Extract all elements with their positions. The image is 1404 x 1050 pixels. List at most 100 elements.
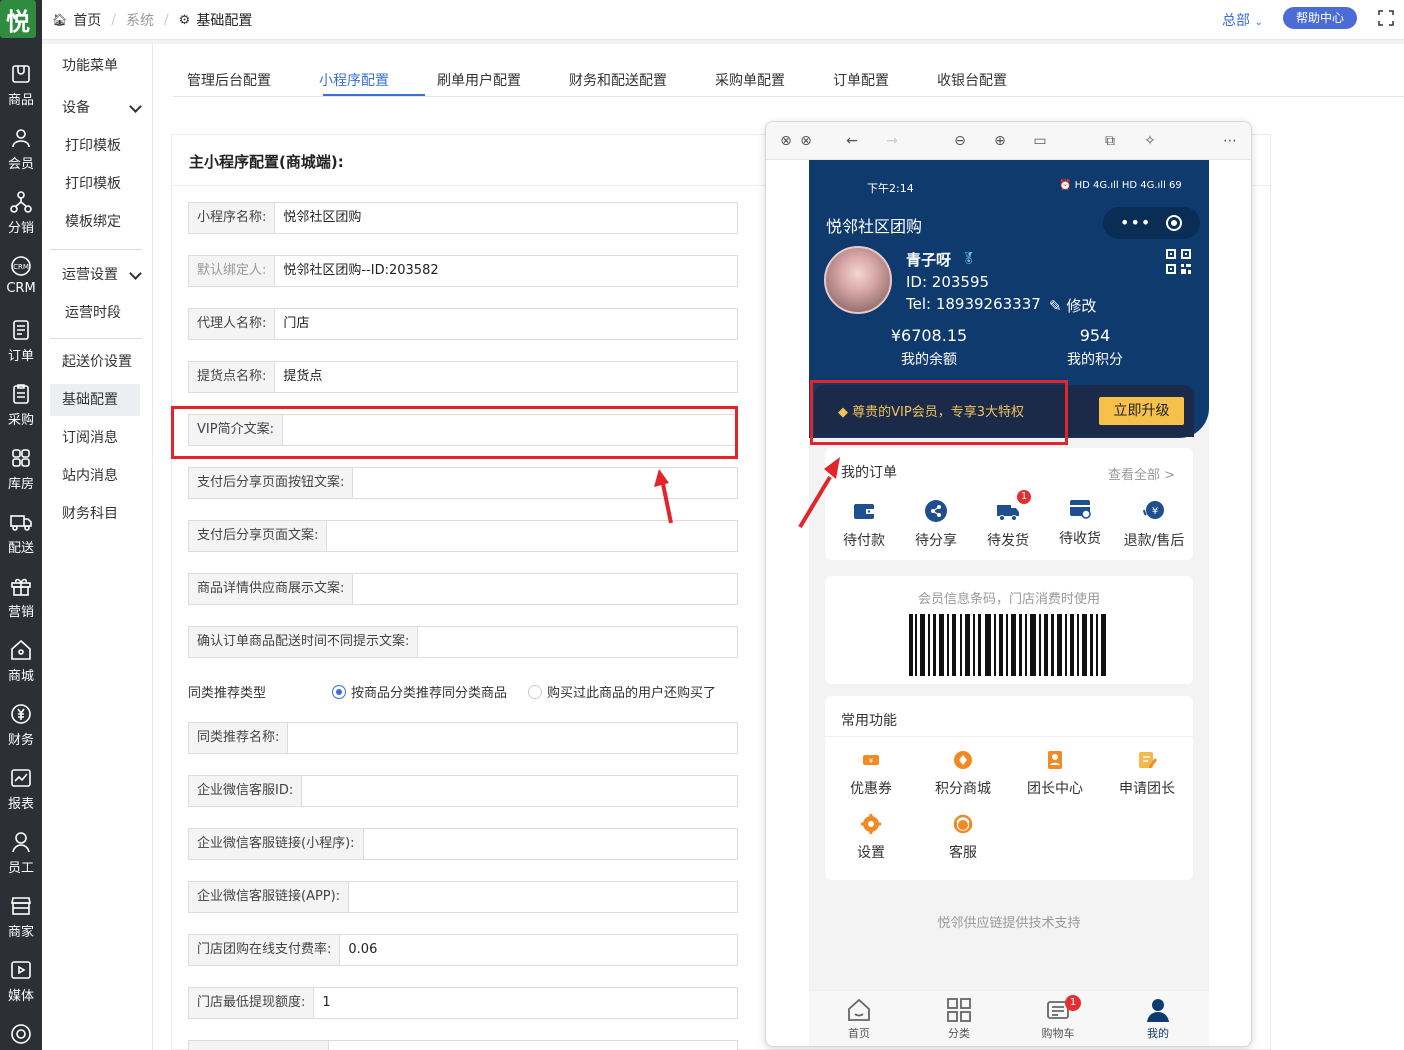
rail-label: 采购 (7, 413, 34, 428)
field-label: 门店最低提现额度: (189, 988, 315, 1018)
view-all-orders-link[interactable]: 查看全部 > (1108, 464, 1175, 483)
pickup-name-input[interactable]: 提货点 (275, 362, 737, 392)
rail-item-purchase[interactable]: 采购 (0, 378, 42, 440)
rail-item-media[interactable]: 媒体 (0, 954, 42, 1016)
rail-item-staff[interactable]: 员工 (0, 826, 42, 888)
subnav-operation-settings[interactable]: 运营设置 (50, 259, 142, 291)
field-label (189, 1041, 329, 1050)
wecom-id-input[interactable] (302, 776, 737, 806)
app-logo[interactable]: 悦 (0, 0, 36, 38)
qr-code-icon[interactable] (1166, 249, 1191, 274)
rail-item-merchant[interactable]: 商家 (0, 890, 42, 952)
tab-finance-delivery-config[interactable]: 财务和配送配置 (569, 70, 667, 90)
rail-item-order[interactable]: 订单 (0, 314, 42, 376)
subnav-basic-config[interactable]: 基础配置 (50, 384, 140, 416)
finance-icon (11, 704, 31, 724)
tabbar-category[interactable]: 分类 (929, 997, 989, 1041)
wecom-link-app-input[interactable] (349, 882, 737, 912)
recommend-name-input[interactable] (288, 723, 737, 753)
subnav-print-template-2[interactable]: 打印模板 (50, 168, 140, 200)
order-refund[interactable]: ¥ 退款/售后 (1115, 498, 1193, 550)
rail-item-product[interactable]: 商品 (0, 58, 42, 120)
breadcrumb-system[interactable]: 系统 (126, 10, 154, 30)
help-center-button[interactable]: 帮助中心 (1283, 7, 1357, 29)
points-stat[interactable]: 954 我的积分 (1035, 326, 1155, 369)
recommend-by-category-radio[interactable]: 按商品分类推荐同分类商品 (332, 682, 507, 701)
function-apply-leader[interactable]: 申请团长 (1107, 750, 1187, 798)
subnav-subscribe-message[interactable]: 订阅消息 (50, 422, 140, 454)
balance-stat[interactable]: ¥6708.15 我的余额 (869, 326, 989, 369)
close-circle-icon[interactable]: ⊗ (798, 133, 814, 149)
merchant-icon (11, 897, 31, 915)
barcode-image[interactable] (909, 614, 1109, 676)
tab-cashier-config[interactable]: 收银台配置 (937, 70, 1007, 90)
tab-admin-config[interactable]: 管理后台配置 (187, 70, 271, 90)
function-settings[interactable]: 设置 (831, 814, 911, 862)
back-arrow-icon[interactable]: ← (844, 133, 860, 149)
tab-purchase-config[interactable]: 采购单配置 (715, 70, 785, 90)
agent-name-input[interactable]: 门店 (275, 309, 737, 339)
upgrade-vip-button[interactable]: 立即升级 (1099, 397, 1184, 425)
tab-miniapp-config[interactable]: 小程序配置 (319, 70, 389, 90)
rail-item-mall[interactable]: 商城 (0, 634, 42, 696)
more-dots-icon[interactable]: ••• (1120, 213, 1151, 232)
subnav-device[interactable]: 设备 (50, 92, 142, 124)
rail-item-delivery[interactable]: 配送 (0, 506, 42, 568)
subnav-min-price[interactable]: 起送价设置 (50, 346, 140, 378)
close-circle-icon[interactable]: ⊗ (778, 133, 794, 149)
more-icon[interactable]: ⋯ (1222, 133, 1238, 149)
inspect-icon[interactable]: ✧ (1142, 133, 1158, 149)
hq-selector[interactable]: 总部 ⌄ (1222, 10, 1263, 30)
rail-item-crm[interactable]: CRM CRM (0, 250, 42, 312)
forward-arrow-icon[interactable]: → (884, 133, 900, 149)
miniapp-name-input[interactable]: 悦邻社区团购 (275, 203, 737, 233)
subnav-template-binding[interactable]: 模板绑定 (50, 206, 140, 238)
recommend-also-bought-radio[interactable]: 购买过此商品的用户还购买了 (528, 682, 716, 701)
fullscreen-icon[interactable] (1378, 10, 1394, 26)
rail-label: 订单 (7, 349, 34, 364)
rail-item-report[interactable]: 报表 (0, 762, 42, 824)
subnav-finance-subjects[interactable]: 财务科目 (50, 498, 140, 530)
tabbar-home[interactable]: 首页 (829, 997, 889, 1041)
function-points-mall[interactable]: 积分商城 (923, 750, 1003, 798)
rail-item-warehouse[interactable]: 库房 (0, 442, 42, 504)
tabbar-cart[interactable]: 购物车 1 (1028, 995, 1088, 1041)
avatar[interactable] (824, 246, 892, 314)
min-withdraw-input[interactable]: 1 (314, 988, 737, 1018)
status-icons: ⏰ HD 4G.ıll HD 4G.ıll 69 (1059, 180, 1182, 191)
fit-screen-icon[interactable]: ▭ (1032, 133, 1048, 149)
tab-order-config[interactable]: 订单配置 (833, 70, 889, 90)
next-field-input[interactable] (329, 1041, 737, 1050)
supplier-text-input[interactable] (353, 574, 737, 604)
subnav-print-template[interactable]: 打印模板 (50, 130, 140, 162)
rail-item-distribution[interactable]: 分销 (0, 186, 42, 248)
rotate-icon[interactable]: ⧉ (1102, 133, 1118, 149)
close-target-icon[interactable] (1166, 215, 1182, 231)
rail-item-finance[interactable]: 财务 (0, 698, 42, 760)
wecom-link-miniapp-input[interactable] (364, 829, 737, 859)
rail-item-marketing[interactable]: 营销 (0, 570, 42, 632)
field-default-binder: 默认绑定人: 悦邻社区团购--ID:203582 (188, 255, 738, 287)
function-customer-service[interactable]: 客服 (923, 814, 1003, 862)
order-pending-receipt[interactable]: 待收货 (1045, 496, 1115, 548)
zoom-in-icon[interactable]: ⊕ (992, 133, 1008, 149)
rail-item-more[interactable] (0, 1018, 42, 1050)
payment-fee-rate-input[interactable]: 0.06 (340, 935, 737, 965)
delivery-time-text-input[interactable] (418, 627, 737, 657)
shop-title: 悦邻社区团购 (826, 217, 923, 236)
rail-label: 员工 (7, 861, 34, 876)
order-pending-shipment[interactable]: 待发货 1 (973, 490, 1043, 550)
breadcrumb-home[interactable]: 首页 (73, 10, 101, 30)
subnav-operation-hours[interactable]: 运营时段 (50, 297, 140, 329)
function-coupon[interactable]: ¥ 优惠券 (831, 750, 911, 798)
zoom-out-icon[interactable]: ⊖ (952, 133, 968, 149)
subnav-function-menu[interactable]: 功能菜单 (50, 50, 140, 82)
tabbar-mine[interactable]: 我的 (1128, 997, 1188, 1041)
function-leader-center[interactable]: 团长中心 (1015, 750, 1095, 798)
edit-profile-link[interactable]: ✎ 修改 (1049, 295, 1096, 316)
tab-fake-user-config[interactable]: 刷单用户配置 (437, 70, 521, 90)
rail-item-member[interactable]: 会员 (0, 122, 42, 184)
subnav-site-message[interactable]: 站内消息 (50, 460, 140, 492)
order-pending-share[interactable]: 待分享 (901, 498, 971, 550)
default-binder-value[interactable]: 悦邻社区团购--ID:203582 (275, 256, 737, 286)
